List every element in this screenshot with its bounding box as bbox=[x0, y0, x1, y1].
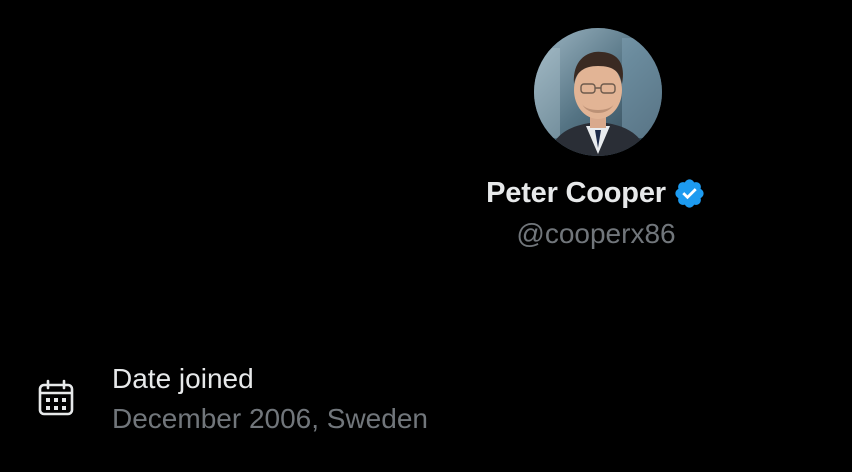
calendar-icon bbox=[36, 378, 76, 418]
joined-label: Date joined bbox=[112, 363, 254, 394]
joined-info-row: Date joined December 2006, Sweden bbox=[0, 356, 852, 446]
joined-value: December 2006, Sweden bbox=[112, 403, 428, 434]
display-name: Peter Cooper bbox=[486, 176, 666, 209]
verified-badge-icon[interactable] bbox=[673, 177, 706, 210]
name-row: Peter Cooper bbox=[448, 174, 744, 212]
user-handle: @cooperx86 bbox=[516, 218, 676, 249]
avatar[interactable] bbox=[534, 28, 662, 156]
profile-header: Peter Cooper @cooperx86 bbox=[0, 0, 852, 260]
